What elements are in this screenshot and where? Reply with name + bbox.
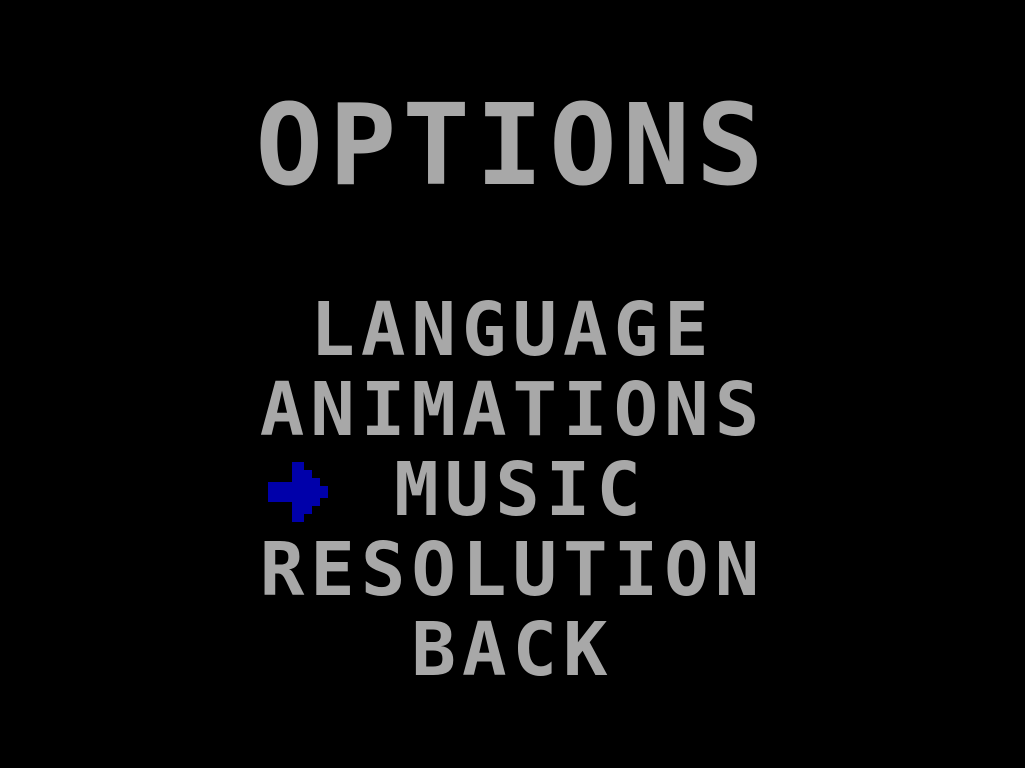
menu-item-music[interactable]: MUSIC — [0, 450, 1025, 530]
menu-item-language[interactable]: LANGUAGE — [0, 290, 1025, 370]
menu-item-label: ANIMATIONS — [259, 367, 766, 453]
menu-item-resolution[interactable]: RESOLUTION — [0, 530, 1025, 610]
page-title: OPTIONS — [255, 81, 770, 211]
options-menu: LANGUAGE ANIMATIONS MUSIC RESOLUTION BAC… — [0, 290, 1025, 690]
menu-item-label: LANGUAGE — [310, 287, 715, 373]
menu-item-animations[interactable]: ANIMATIONS — [0, 370, 1025, 450]
menu-item-label: MUSIC — [394, 447, 647, 533]
options-screen: OPTIONS LANGUAGE ANIMATIONS MUSIC RESOLU… — [0, 0, 1025, 768]
menu-item-label: RESOLUTION — [259, 527, 766, 613]
menu-item-label: BACK — [411, 607, 614, 693]
right-arrow-icon — [268, 462, 328, 522]
menu-item-back[interactable]: BACK — [0, 610, 1025, 690]
